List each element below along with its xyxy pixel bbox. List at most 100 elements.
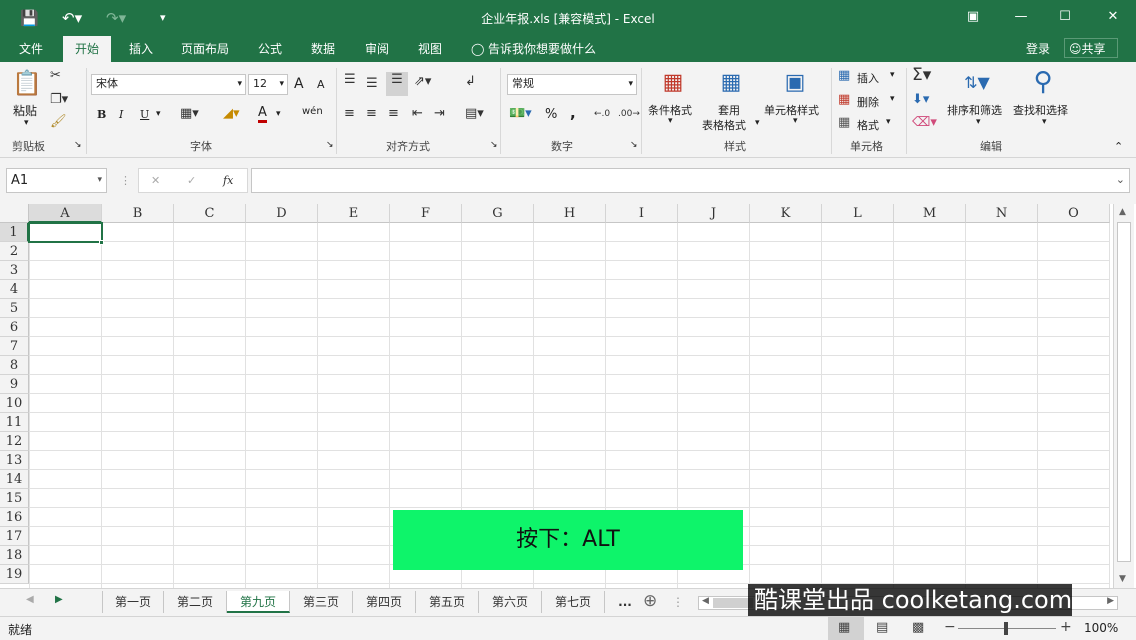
vertical-scrollbar[interactable]: ▲ ▼ [1113,204,1134,588]
number-launcher-icon[interactable]: ↘ [630,140,638,150]
conditional-dropdown-icon[interactable]: ▾ [668,116,673,126]
accounting-format-icon[interactable]: 💵▾ [509,106,532,122]
row-header[interactable]: 1 [0,223,29,242]
tab-review[interactable]: 审阅 [365,40,389,58]
fill-icon[interactable]: ⬇▾ [912,92,929,108]
delete-cells-button[interactable]: 删除 [857,94,879,110]
copy-icon[interactable]: ❐▾ [50,92,68,108]
underline-button[interactable]: U [140,108,149,121]
insert-cells-icon[interactable]: ▦ [838,68,850,84]
minimize-icon[interactable]: — [1006,6,1036,28]
align-bottom-icon[interactable]: ☰ [386,72,408,96]
row-header[interactable]: 5 [0,299,29,318]
font-color-button[interactable]: A [258,106,267,123]
orientation-icon[interactable]: ⇗▾ [414,74,431,90]
zoom-out-icon[interactable]: − [944,619,956,635]
align-left-icon[interactable]: ≡ [344,106,355,122]
maximize-icon[interactable]: ☐ [1050,6,1080,28]
column-header[interactable]: O [1038,204,1110,223]
zoom-in-icon[interactable]: + [1060,619,1072,635]
bold-button[interactable]: B [97,108,106,121]
clear-icon[interactable]: ⌫▾ [912,115,937,131]
decrease-decimal-icon[interactable]: .00→ [618,106,640,122]
sheet-tab[interactable]: 第六页 [479,591,542,613]
tab-page-layout[interactable]: 页面布局 [181,40,229,58]
row-header[interactable]: 6 [0,318,29,337]
row-header[interactable]: 10 [0,394,29,413]
expand-formula-icon[interactable]: ⌄ [1116,173,1125,187]
horizontal-scroll-thumb[interactable] [713,598,753,608]
column-header[interactable]: C [174,204,246,223]
format-as-table-icon[interactable]: ▦ [716,68,746,98]
scroll-up-icon[interactable]: ▲ [1119,207,1126,217]
wrap-text-icon[interactable]: ↲ [465,74,476,90]
comma-button[interactable]: , [570,104,576,122]
column-header[interactable]: G [462,204,534,223]
number-format-select[interactable]: 常规 ▾ [507,74,637,95]
tab-data[interactable]: 数据 [311,40,335,58]
font-launcher-icon[interactable]: ↘ [326,140,334,150]
column-header[interactable]: B [102,204,174,223]
grow-font-button[interactable]: A [294,76,304,92]
enter-icon[interactable]: ✓ [187,171,196,190]
format-as-table-label-2[interactable]: 表格格式 [702,117,746,133]
align-top-icon[interactable]: ☰ [344,72,356,88]
row-header[interactable]: 2 [0,242,29,261]
find-search-icon[interactable]: ⚲ [1028,66,1058,98]
increase-decimal-icon[interactable]: ←.0 [594,106,610,122]
select-all-corner[interactable] [0,204,29,223]
column-header[interactable]: E [318,204,390,223]
insert-function-icon[interactable]: fx [223,171,233,190]
row-header[interactable]: 16 [0,508,29,527]
column-header[interactable]: F [390,204,462,223]
align-right-icon[interactable]: ≡ [388,106,399,122]
find-select-button[interactable]: 查找和选择 [1013,102,1068,118]
column-header[interactable]: K [750,204,822,223]
cut-icon[interactable]: ✂ [50,68,61,84]
row-header[interactable]: 7 [0,337,29,356]
insert-cells-button[interactable]: 插入 [857,70,879,86]
cell-styles-dropdown-icon[interactable]: ▾ [793,116,798,126]
scroll-left-icon[interactable]: ◀ [702,596,709,606]
fill-handle[interactable] [99,240,104,245]
column-header[interactable]: N [966,204,1038,223]
font-name-select[interactable]: 宋体 ▾ [91,74,246,95]
active-cell-a1[interactable] [28,222,103,243]
formula-input[interactable]: ⌄ [251,168,1130,193]
sheet-tab-active[interactable]: 第九页 [227,591,290,613]
sheet-tab[interactable]: 第七页 [542,591,605,613]
row-header[interactable]: 17 [0,527,29,546]
sheet-tab[interactable]: 第三页 [290,591,353,613]
row-header[interactable]: 19 [0,565,29,584]
page-break-view-icon[interactable]: ▩ [912,620,924,635]
shrink-font-button[interactable]: A [317,78,325,91]
tab-file[interactable]: 文件 [19,40,43,58]
decrease-indent-icon[interactable]: ⇤ [412,106,423,122]
row-header[interactable]: 8 [0,356,29,375]
prev-sheet-icon[interactable]: ◀ [26,594,34,605]
add-sheet-icon[interactable]: ⊕ [643,591,657,611]
tell-me-box[interactable]: 告诉我你想要做什么 [488,40,596,58]
cell-styles-button[interactable]: 单元格样式 [764,102,819,118]
column-header[interactable]: L [822,204,894,223]
column-header[interactable]: D [246,204,318,223]
column-header[interactable]: I [606,204,678,223]
sheet-tab[interactable]: 第五页 [416,591,479,613]
tab-splitter-icon[interactable]: ⋮ [672,595,684,609]
percent-button[interactable]: % [545,107,557,122]
close-icon[interactable]: ✕ [1098,6,1128,28]
sort-filter-icon[interactable]: ⇅▼ [960,68,994,98]
more-sheets-button[interactable]: ... [610,591,640,613]
tab-formulas[interactable]: 公式 [258,40,282,58]
sheet-tab[interactable]: 第一页 [102,591,164,613]
column-header[interactable]: M [894,204,966,223]
format-cells-icon[interactable]: ▦ [838,115,850,131]
name-box[interactable]: A1 ▾ [6,168,107,193]
italic-button[interactable]: I [119,108,123,121]
collapse-ribbon-icon[interactable]: ⌃ [1114,140,1123,153]
row-header[interactable]: 18 [0,546,29,565]
phonetic-button[interactable]: wén [302,106,323,117]
scroll-down-icon[interactable]: ▼ [1119,574,1126,584]
fill-color-icon[interactable]: ◢▾ [223,106,240,122]
zoom-level[interactable]: 100% [1084,621,1118,635]
